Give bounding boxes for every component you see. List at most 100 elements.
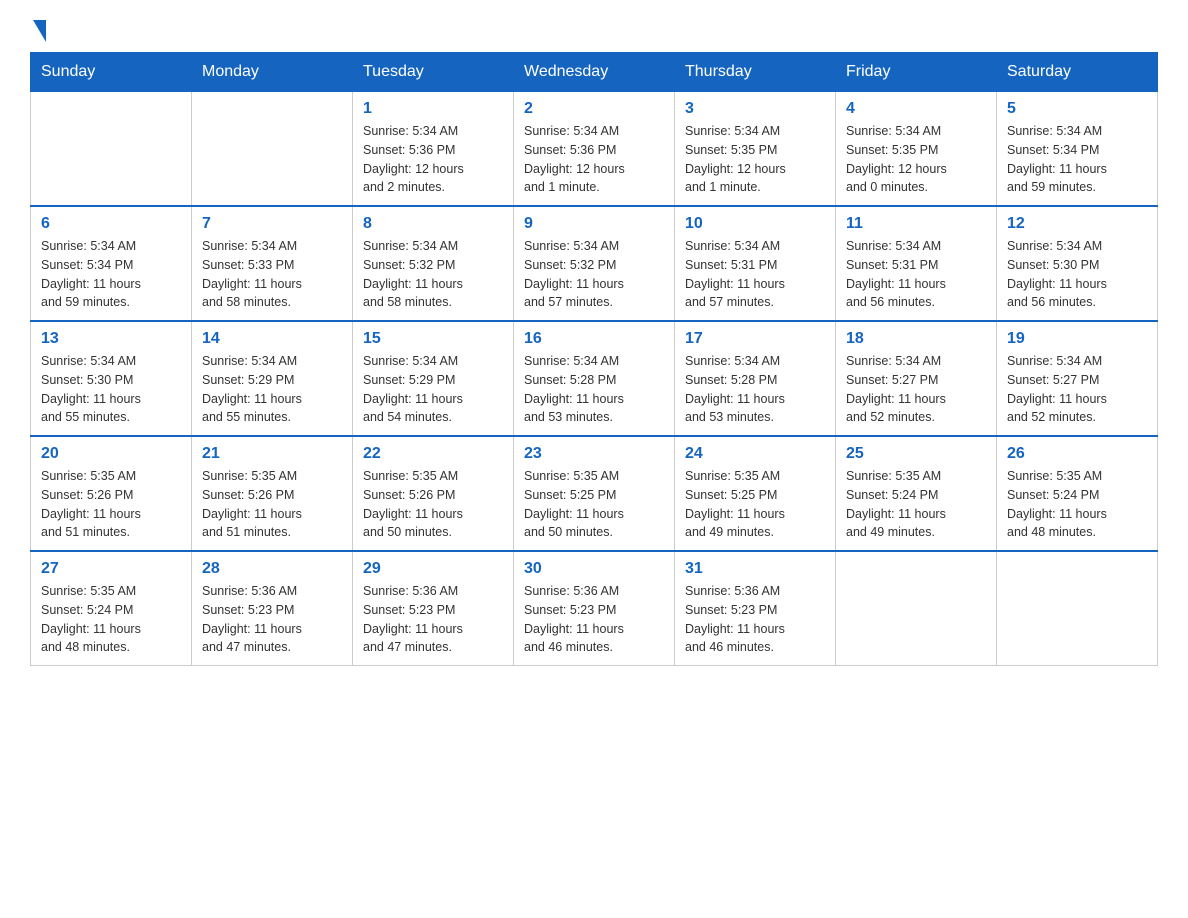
day-number: 9 [524,215,664,233]
day-number: 17 [685,330,825,348]
calendar-cell: 10Sunrise: 5:34 AM Sunset: 5:31 PM Dayli… [675,206,836,321]
page-header [30,20,1158,42]
calendar-cell: 17 Sunrise: 5:34 AM Sunset: 5:28 PM Dayli… [675,321,836,436]
day-number: 23 [524,445,664,463]
weekday-header-monday: Monday [192,53,353,92]
calendar-cell: 2 Sunrise: 5:34 AM Sunset: 5:36 PM Daylig… [514,92,675,207]
calendar-week-row: 6Sunrise: 5:34 AM Sunset: 5:34 PM Daylig… [31,206,1158,321]
calendar-cell [192,92,353,207]
calendar-cell: 3Sunrise: 5:34 AM Sunset: 5:35 PM Daylig… [675,92,836,207]
day-info: Sunrise: 5:36 AM Sunset: 5:23 PM Dayligh… [363,582,503,657]
day-number: 10 [685,215,825,233]
day-info: Sunrise: 5:34 AM Sunset: 5:36 PM Dayligh… [363,122,503,197]
calendar-cell: 20Sunrise: 5:35 AM Sunset: 5:26 PM Dayli… [31,436,192,551]
calendar-cell: 8Sunrise: 5:34 AM Sunset: 5:32 PM Daylig… [353,206,514,321]
day-info: Sunrise: 5:34 AM Sunset: 5:36 PM Dayligh… [524,122,664,197]
day-number: 27 [41,560,181,578]
day-number: 18 [846,330,986,348]
day-number: 11 [846,215,986,233]
day-number: 7 [202,215,342,233]
day-number: 12 [1007,215,1147,233]
calendar-cell: 26 Sunrise: 5:35 AM Sunset: 5:24 PM Dayli… [997,436,1158,551]
day-number: 4 [846,100,986,118]
day-info: Sunrise: 5:34 AM Sunset: 5:27 PM Dayligh… [846,352,986,427]
day-info: Sunrise: 5:35 AM Sunset: 5:25 PM Dayligh… [685,467,825,542]
day-number: 29 [363,560,503,578]
day-number: 24 [685,445,825,463]
day-info: Sunrise: 5:34 AM Sunset: 5:27 PM Dayligh… [1007,352,1147,427]
calendar-cell: 6Sunrise: 5:34 AM Sunset: 5:34 PM Daylig… [31,206,192,321]
day-info: Sunrise: 5:36 AM Sunset: 5:23 PM Dayligh… [685,582,825,657]
weekday-header-wednesday: Wednesday [514,53,675,92]
calendar-cell: 27 Sunrise: 5:35 AM Sunset: 5:24 PM Dayli… [31,551,192,666]
day-number: 31 [685,560,825,578]
day-info: Sunrise: 5:34 AM Sunset: 5:28 PM Dayligh… [685,352,825,427]
calendar-cell: 15 Sunrise: 5:34 AM Sunset: 5:29 PM Dayli… [353,321,514,436]
day-number: 6 [41,215,181,233]
day-info: Sunrise: 5:34 AM Sunset: 5:31 PM Dayligh… [846,237,986,312]
day-info: Sunrise: 5:34 AM Sunset: 5:35 PM Dayligh… [685,122,825,197]
day-number: 20 [41,445,181,463]
day-info: Sunrise: 5:34 AM Sunset: 5:34 PM Dayligh… [1007,122,1147,197]
calendar-week-row: 27 Sunrise: 5:35 AM Sunset: 5:24 PM Dayli… [31,551,1158,666]
day-number: 28 [202,560,342,578]
day-number: 26 [1007,445,1147,463]
day-info: Sunrise: 5:34 AM Sunset: 5:32 PM Dayligh… [524,237,664,312]
day-info: Sunrise: 5:34 AM Sunset: 5:29 PM Dayligh… [363,352,503,427]
weekday-header-row: SundayMondayTuesdayWednesdayThursdayFrid… [31,53,1158,92]
calendar-cell: 13 Sunrise: 5:34 AM Sunset: 5:30 PM Dayli… [31,321,192,436]
day-number: 19 [1007,330,1147,348]
calendar-cell [836,551,997,666]
calendar-cell: 9 Sunrise: 5:34 AM Sunset: 5:32 PM Daylig… [514,206,675,321]
day-info: Sunrise: 5:34 AM Sunset: 5:30 PM Dayligh… [41,352,181,427]
calendar-cell: 14Sunrise: 5:34 AM Sunset: 5:29 PM Dayli… [192,321,353,436]
calendar-week-row: 1Sunrise: 5:34 AM Sunset: 5:36 PM Daylig… [31,92,1158,207]
calendar-cell: 30 Sunrise: 5:36 AM Sunset: 5:23 PM Dayli… [514,551,675,666]
day-info: Sunrise: 5:34 AM Sunset: 5:28 PM Dayligh… [524,352,664,427]
day-info: Sunrise: 5:34 AM Sunset: 5:30 PM Dayligh… [1007,237,1147,312]
calendar-cell: 16 Sunrise: 5:34 AM Sunset: 5:28 PM Dayli… [514,321,675,436]
day-number: 22 [363,445,503,463]
day-number: 16 [524,330,664,348]
day-number: 13 [41,330,181,348]
calendar-week-row: 13 Sunrise: 5:34 AM Sunset: 5:30 PM Dayli… [31,321,1158,436]
day-info: Sunrise: 5:35 AM Sunset: 5:26 PM Dayligh… [363,467,503,542]
day-info: Sunrise: 5:34 AM Sunset: 5:33 PM Dayligh… [202,237,342,312]
calendar-cell [31,92,192,207]
calendar-cell [997,551,1158,666]
calendar-cell: 29 Sunrise: 5:36 AM Sunset: 5:23 PM Dayli… [353,551,514,666]
calendar-table: SundayMondayTuesdayWednesdayThursdayFrid… [30,52,1158,666]
calendar-cell: 4 Sunrise: 5:34 AM Sunset: 5:35 PM Daylig… [836,92,997,207]
day-info: Sunrise: 5:35 AM Sunset: 5:24 PM Dayligh… [41,582,181,657]
weekday-header-saturday: Saturday [997,53,1158,92]
day-info: Sunrise: 5:36 AM Sunset: 5:23 PM Dayligh… [524,582,664,657]
calendar-cell: 25 Sunrise: 5:35 AM Sunset: 5:24 PM Dayli… [836,436,997,551]
day-number: 25 [846,445,986,463]
day-info: Sunrise: 5:35 AM Sunset: 5:24 PM Dayligh… [846,467,986,542]
day-info: Sunrise: 5:36 AM Sunset: 5:23 PM Dayligh… [202,582,342,657]
day-number: 5 [1007,100,1147,118]
day-number: 2 [524,100,664,118]
calendar-cell: 19 Sunrise: 5:34 AM Sunset: 5:27 PM Dayli… [997,321,1158,436]
day-number: 15 [363,330,503,348]
logo-triangle-icon [33,20,46,42]
calendar-cell: 31 Sunrise: 5:36 AM Sunset: 5:23 PM Dayli… [675,551,836,666]
day-number: 21 [202,445,342,463]
weekday-header-friday: Friday [836,53,997,92]
day-info: Sunrise: 5:35 AM Sunset: 5:24 PM Dayligh… [1007,467,1147,542]
calendar-week-row: 20 Sunrise: 5:35 AM Sunset: 5:26 PM Dayli… [31,436,1158,551]
calendar-cell: 24 Sunrise: 5:35 AM Sunset: 5:25 PM Dayli… [675,436,836,551]
day-number: 30 [524,560,664,578]
day-number: 8 [363,215,503,233]
weekday-header-thursday: Thursday [675,53,836,92]
day-info: Sunrise: 5:34 AM Sunset: 5:35 PM Dayligh… [846,122,986,197]
calendar-cell: 7 Sunrise: 5:34 AM Sunset: 5:33 PM Daylig… [192,206,353,321]
calendar-cell: 28 Sunrise: 5:36 AM Sunset: 5:23 PM Dayli… [192,551,353,666]
day-info: Sunrise: 5:35 AM Sunset: 5:26 PM Dayligh… [202,467,342,542]
calendar-cell: 12 Sunrise: 5:34 AM Sunset: 5:30 PM Dayli… [997,206,1158,321]
day-info: Sunrise: 5:34 AM Sunset: 5:29 PM Dayligh… [202,352,342,427]
logo [30,20,46,42]
calendar-cell: 21 Sunrise: 5:35 AM Sunset: 5:26 PM Dayli… [192,436,353,551]
calendar-cell: 11 Sunrise: 5:34 AM Sunset: 5:31 PM Dayli… [836,206,997,321]
day-info: Sunrise: 5:35 AM Sunset: 5:25 PM Dayligh… [524,467,664,542]
